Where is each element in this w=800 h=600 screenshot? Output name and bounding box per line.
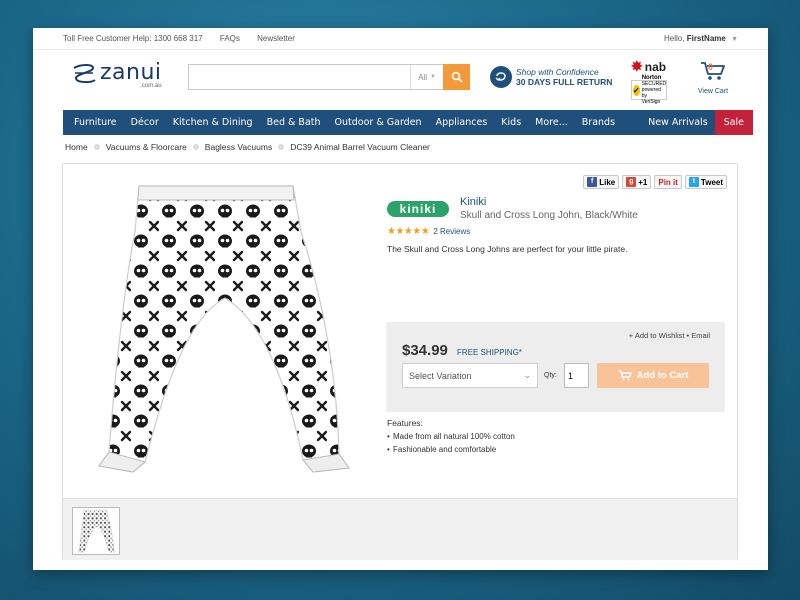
nav-item-more[interactable]: More... [528, 110, 575, 135]
variation-select[interactable]: Select Variation ⌄ [402, 363, 538, 388]
site-header: zanui .com.au All ▼ Shop with Confidence… [33, 50, 768, 110]
product-features: Features: Made from all natural 100% cot… [387, 418, 515, 458]
google-plus-icon: g [626, 177, 637, 187]
breadcrumb-home[interactable]: Home [65, 142, 88, 152]
zanui-swirl-icon [73, 64, 96, 84]
norton-powered: powered by VeriSign [641, 87, 661, 105]
breadcrumb-separator [192, 144, 199, 150]
search-bar: All ▼ [188, 64, 470, 90]
nav-item-furniture[interactable]: Furniture [63, 110, 124, 135]
greeting-text: Hello, [664, 34, 685, 43]
nab-star-icon: ✸ [631, 58, 643, 74]
chevron-down-icon: ⌄ [523, 370, 531, 380]
cart-plus-icon [618, 370, 632, 381]
product-image[interactable] [75, 172, 365, 482]
buy-box: + Add to Wishlist • Email $34.99 FREE SH… [386, 322, 725, 412]
account-menu[interactable]: Hello, FirstName ▼ [664, 34, 738, 43]
variation-placeholder: Select Variation [409, 370, 472, 381]
checkmark-icon: ✓ [633, 84, 640, 96]
google-plus-button[interactable]: g +1 [622, 175, 652, 189]
search-category-label: All [418, 72, 427, 82]
view-cart-button[interactable]: 0 View Cart [695, 60, 731, 95]
breadcrumb-separator [278, 144, 285, 150]
feature-item: Made from all natural 100% cotton [387, 432, 515, 441]
view-cart-label: View Cart [697, 88, 729, 95]
customer-help-text: Toll Free Customer Help: 1300 668 317 [63, 34, 203, 43]
search-icon [451, 71, 463, 83]
breadcrumb-separator [93, 144, 100, 150]
nav-item-sale[interactable]: Sale [714, 110, 753, 135]
browser-page: Toll Free Customer Help: 1300 668 317 FA… [33, 28, 768, 570]
quantity-input[interactable]: 1 [564, 363, 589, 388]
breadcrumb-vacuums[interactable]: Vacuums & Floorcare [106, 142, 187, 152]
thumbnail-strip [63, 498, 737, 560]
norton-secured-badge[interactable]: ✓ Norton SECURED powered by VeriSign [631, 75, 667, 105]
breadcrumb: Home Vacuums & Floorcare Bagless Vacuums… [65, 142, 430, 152]
nav-item-appliances[interactable]: Appliances [429, 110, 495, 135]
reviews-link[interactable]: 2 Reviews [433, 227, 470, 236]
product-name: Skull and Cross Long John, Black/White [460, 210, 638, 221]
zanui-logo[interactable]: zanui .com.au [71, 62, 162, 89]
search-button[interactable] [443, 64, 470, 90]
utility-bar: Toll Free Customer Help: 1300 668 317 FA… [33, 28, 768, 50]
nav-item-kitchen-dining[interactable]: Kitchen & Dining [166, 110, 260, 135]
thumbnail-image [77, 509, 116, 553]
tweet-button[interactable]: t Tweet [684, 175, 727, 189]
promo-line-2: 30 DAYS FULL RETURN [516, 77, 613, 87]
username: FirstName [686, 34, 726, 43]
search-input[interactable] [189, 65, 410, 89]
nav-item-kids[interactable]: Kids [494, 110, 528, 135]
brand-logo[interactable]: kiniki [387, 201, 449, 217]
faqs-link[interactable]: FAQs [220, 34, 240, 43]
logo-word: zanui [100, 60, 162, 85]
nab-logo: ✸ nab [631, 58, 667, 74]
main-nav: Furniture Décor Kitchen & Dining Bed & B… [63, 110, 753, 135]
trust-badges: ✸ nab ✓ Norton SECURED powered by VeriSig… [631, 58, 667, 105]
nav-item-bed-bath[interactable]: Bed & Bath [260, 110, 328, 135]
product-description: The Skull and Cross Long Johns are perfe… [387, 244, 628, 254]
quantity-label: Qty: [544, 372, 557, 379]
free-shipping-label: FREE SHIPPING* [457, 348, 522, 357]
promo-line-1: Shop with Confidence [516, 67, 599, 77]
product-rating[interactable]: ★★★★★ 2 Reviews [387, 226, 470, 237]
nav-item-decor[interactable]: Décor [124, 110, 166, 135]
star-rating-icon: ★★★★★ [387, 226, 430, 237]
social-share: f Like g +1 Pin it t Tweet [583, 175, 727, 189]
facebook-like-button[interactable]: f Like [583, 175, 620, 189]
chevron-down-icon: ▼ [429, 74, 436, 80]
twitter-icon: t [688, 177, 699, 187]
feature-item: Fashionable and comfortable [387, 445, 515, 454]
nav-item-outdoor-garden[interactable]: Outdoor & Garden [328, 110, 429, 135]
returns-promo[interactable]: Shop with Confidence 30 DAYS FULL RETURN [490, 66, 612, 88]
wishlist-email-links[interactable]: + Add to Wishlist • Email [629, 331, 710, 340]
chevron-down-icon: ▼ [731, 36, 738, 43]
product-thumbnail[interactable] [72, 507, 120, 555]
features-title: Features: [387, 418, 423, 428]
cart-count: 0 [708, 62, 714, 72]
breadcrumb-bagless[interactable]: Bagless Vacuums [205, 142, 272, 152]
breadcrumb-current[interactable]: DC39 Animal Barrel Vacuum Cleaner [290, 142, 430, 152]
nav-item-brands[interactable]: Brands [575, 110, 622, 135]
return-arrow-icon [490, 66, 512, 88]
nav-item-new-arrivals[interactable]: New Arrivals [641, 110, 715, 135]
brand-name[interactable]: Kiniki [460, 196, 486, 208]
pinterest-button[interactable]: Pin it [654, 175, 682, 189]
facebook-icon: f [587, 177, 598, 187]
add-to-cart-label: Add to Cart [636, 370, 689, 381]
newsletter-link[interactable]: Newsletter [257, 34, 295, 43]
search-category-select[interactable]: All ▼ [410, 65, 443, 89]
add-to-cart-button[interactable]: Add to Cart [597, 363, 709, 388]
product-price: $34.99 [402, 342, 448, 359]
product-card: f Like g +1 Pin it t Tweet kiniki Kiniki Sk… [62, 163, 738, 560]
